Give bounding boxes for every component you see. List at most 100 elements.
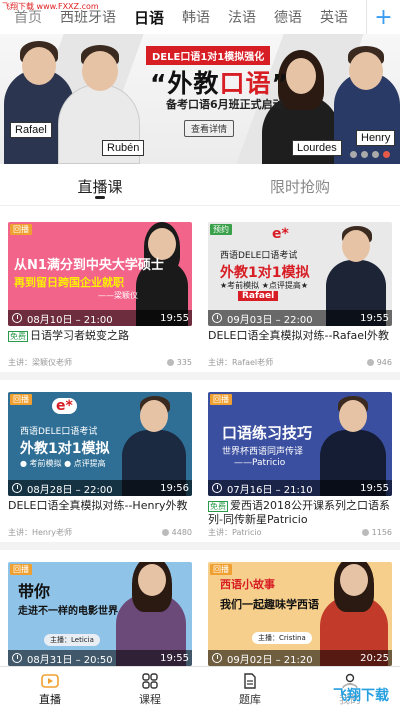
row-divider [0,542,400,550]
viewer-icon [361,529,369,536]
course-start-time: 08月10日 – 21:00 [27,314,113,326]
banner-title-part: “外教 [150,69,220,98]
thumbnail-subline: 外教1对1模拟 [20,441,110,457]
tab-live-courses[interactable]: 直播课 [0,168,200,205]
course-thumbnail[interactable]: 回播 西语小故事 我们一起趣味学西语 主播：Cristina 09月02日 – … [208,562,392,666]
course-duration: 19:55 [360,312,389,324]
thumbnail-headline: 带你 [18,582,51,601]
clock-icon [12,483,22,493]
banner-pagination [350,151,390,158]
course-duration: 19:55 [360,482,389,494]
free-tag: 免费 [8,331,28,342]
viewer-icon [366,359,374,366]
tab-german[interactable]: 德语 [274,7,302,27]
thumbnail-headline: 西语DELE口语考试 [220,251,298,261]
course-views: 335 [166,357,192,368]
course-card[interactable]: 回播 口语练习技巧 世界杯西语同声传译 ——Patricio 07月16日 – … [208,392,392,538]
promo-banner[interactable]: DELE口语1对1模拟强化 “外教口语” 备考口语6月班正式启动 查看详情 Ra… [0,34,400,164]
nav-live-label: 直播 [39,692,61,706]
course-time-bar: 09月03日 – 22:00 19:55 [208,310,392,326]
app-root: 首页 西班牙语 日语 韩语 法语 德语 英语 + 飞翔下载 www.FXXZ.c… [0,0,400,712]
nav-courses[interactable]: 课程 [100,667,200,712]
course-thumbnail[interactable]: 回播 口语练习技巧 世界杯西语同声传译 ——Patricio 07月16日 – … [208,392,392,496]
view-count: 1156 [371,528,392,537]
thumbnail-author: 主播：Leticia [44,634,100,646]
course-start-time: 09月03日 – 22:00 [227,314,313,326]
course-badge: 回播 [10,224,32,235]
tab-flash-sale-label: 限时抢购 [269,178,330,196]
course-start-time: 08月31日 – 20:50 [27,654,113,666]
course-title-text: 爱西语2018公开课系列之口语系列-同传新星Patricio [208,499,390,525]
course-badge: 回播 [10,564,32,575]
grid-icon [142,672,158,689]
course-duration: 19:56 [160,482,189,494]
course-time-bar: 09月02日 – 21:20 20:25 [208,650,392,666]
tab-korean[interactable]: 韩语 [182,7,210,27]
teacher-name-tag: Rafael [10,122,52,138]
course-teacher: 主讲：Patricio [208,528,262,537]
banner-title-highlight: 口语 [219,69,272,98]
course-views: 4480 [161,527,192,538]
course-thumbnail[interactable]: 预约 e* 西语DELE口语考试 外教1对1模拟 ★考前模拟 ★点评提高★ Ra… [208,222,392,326]
thumbnail-subline: 世界杯西语同声传译 [222,447,304,457]
view-count: 946 [376,358,392,367]
active-tab-indicator [95,196,105,199]
brand-logo-icon: e* [52,398,77,414]
tab-japanese[interactable]: 日语 [134,7,164,28]
course-title[interactable]: 免费 爱西语2018公开课系列之口语系列-同传新星Patricio [208,499,392,525]
tab-flash-sale[interactable]: 限时抢购 [200,168,400,205]
thumbnail-headline: 西语小故事 [220,578,275,591]
course-card[interactable]: 回播 e* 西语DELE口语考试 外教1对1模拟 ● 考前模拟 ● 点评提高 0… [8,392,192,538]
clock-icon [212,483,222,493]
course-teacher: 主讲：Henry老师 [8,528,73,537]
course-title[interactable]: DELE口语全真模拟对练--Rafael外教 [208,329,392,355]
course-thumbnail[interactable]: 回播 从N1满分到中央大学硕士 再到留日跨国企业就职 ——梁颖仪 08月10日 … [8,222,192,326]
thumbnail-subline: 外教1对1模拟 [220,265,310,281]
course-badge: 回播 [210,394,232,405]
thumbnail-headline: 口语练习技巧 [222,424,313,442]
live-icon [41,673,59,688]
course-duration: 19:55 [160,312,189,324]
banner-title-part: ” [271,69,289,98]
site-watermark: 飞翔下载 [330,684,392,706]
course-meta: 主讲：Patricio 1156 [208,527,392,538]
course-meta: 主讲：Henry老师 4480 [8,527,192,538]
banner-dot[interactable] [372,151,379,158]
clock-icon [12,653,22,663]
course-card[interactable]: 回播 带你 走进不一样的电影世界 主播：Leticia 08月31日 – 20:… [8,562,192,666]
course-title-text: 日语学习者蜕变之路 [30,329,129,342]
banner-dot[interactable] [361,151,368,158]
banner-dot[interactable] [350,151,357,158]
teacher-name-tag: Lourdes [292,140,342,156]
course-card[interactable]: 回播 西语小故事 我们一起趣味学西语 主播：Cristina 09月02日 – … [208,562,392,666]
thumbnail-subline: 再到留日跨国企业就职 [14,276,124,289]
course-thumbnail[interactable]: 回播 带你 走进不一样的电影世界 主播：Leticia 08月31日 – 20:… [8,562,192,666]
course-title[interactable]: 免费 日语学习者蜕变之路 [8,329,192,355]
add-language-button[interactable]: + [366,0,400,34]
course-card[interactable]: 预约 e* 西语DELE口语考试 外教1对1模拟 ★考前模拟 ★点评提高★ Ra… [208,222,392,368]
course-card[interactable]: 回播 从N1满分到中央大学硕士 再到留日跨国企业就职 ——梁颖仪 08月10日 … [8,222,192,368]
tab-french[interactable]: 法语 [228,7,256,27]
tab-english[interactable]: 英语 [320,7,348,27]
course-title[interactable]: DELE口语全真模拟对练--Henry外教 [8,499,192,525]
course-views: 946 [366,357,392,368]
site-watermark: 飞翔下载 www.FXXZ.com [2,2,99,11]
thumbnail-author: ——梁颖仪 [98,291,138,300]
course-time-bar: 08月31日 – 20:50 19:55 [8,650,192,666]
banner-dot-active[interactable] [383,151,390,158]
thumbnail-subline: 走进不一样的电影世界 [18,606,118,617]
banner-title: “外教口语” [150,64,289,100]
nav-courses-label: 课程 [139,692,161,706]
course-thumbnail[interactable]: 回播 e* 西语DELE口语考试 外教1对1模拟 ● 考前模拟 ● 点评提高 0… [8,392,192,496]
row-divider [0,372,400,380]
thumbnail-author: 主播：Cristina [252,632,312,644]
banner-details-button[interactable]: 查看详情 [184,120,235,137]
nav-live[interactable]: 直播 [0,667,100,712]
nav-question-bank[interactable]: 题库 [200,667,300,712]
clock-icon [212,313,222,323]
viewer-icon [166,359,174,366]
clock-icon [12,313,22,323]
course-duration: 19:55 [160,652,189,664]
view-count: 4480 [171,528,192,537]
thumbnail-headline: 从N1满分到中央大学硕士 [14,258,164,273]
